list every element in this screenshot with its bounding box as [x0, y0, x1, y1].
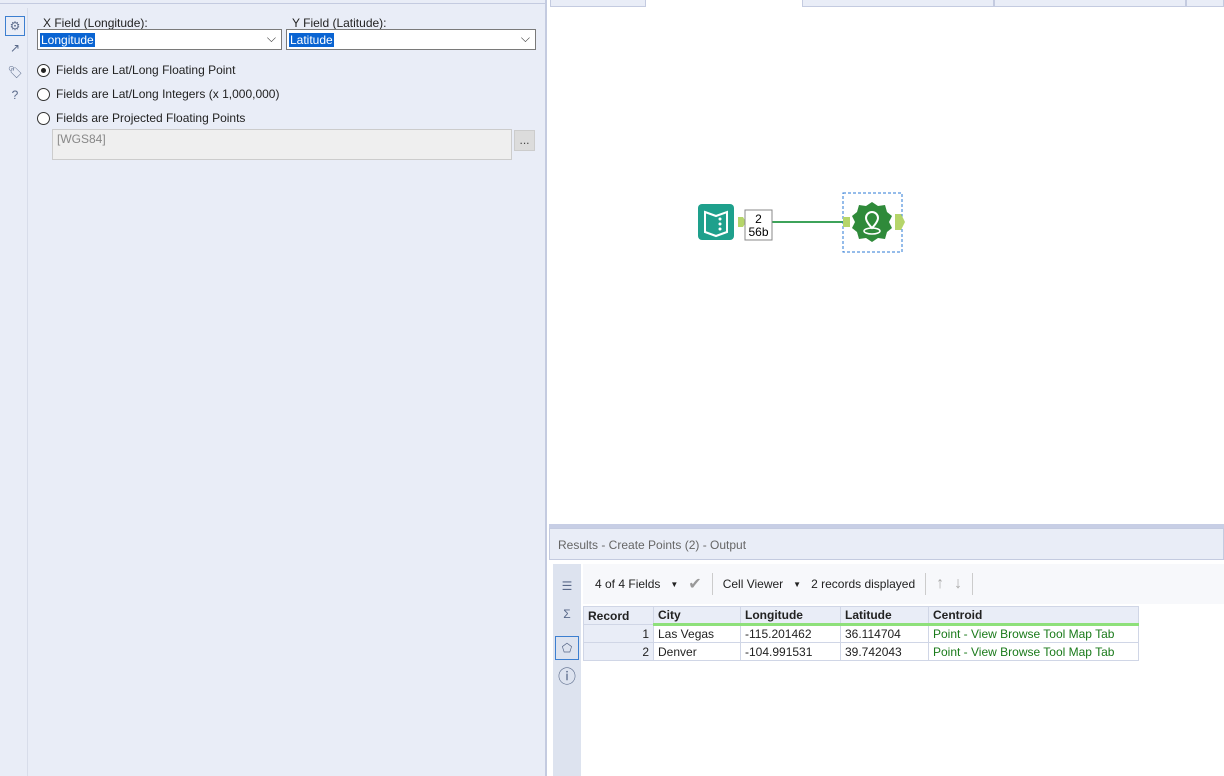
divider	[925, 573, 927, 595]
latitude-cell[interactable]: 39.742043	[840, 642, 929, 661]
tab[interactable]	[550, 0, 646, 7]
radio-projected[interactable]: Fields are Projected Floating Points	[37, 111, 245, 125]
divider	[711, 573, 713, 595]
arrow-down-icon[interactable]: ↓	[954, 575, 962, 593]
centroid-cell[interactable]: Point - View Browse Tool Map Tab	[928, 624, 1139, 643]
input-anchor[interactable]	[843, 217, 850, 227]
results-toolbar: 4 of 4 Fields ▼ ✔ Cell Viewer ▼ 2 record…	[583, 564, 1224, 604]
checkmark-icon[interactable]: ✔	[688, 574, 701, 594]
results-panel: Results - Create Points (2) - Output ☰ Σ…	[549, 528, 1224, 776]
records-count: 2 records displayed	[811, 577, 916, 591]
tab[interactable]	[802, 0, 994, 7]
radio-label: Fields are Projected Floating Points	[56, 111, 246, 125]
radio-icon	[37, 111, 50, 125]
list-icon[interactable]: ☰	[555, 574, 579, 598]
workflow-canvas[interactable]: 2 56b	[549, 0, 1224, 524]
cell-viewer-dropdown[interactable]: Cell Viewer	[723, 577, 783, 591]
radio-latlong-float[interactable]: Fields are Lat/Long Floating Point	[37, 63, 235, 77]
longitude-cell[interactable]: -104.991531	[740, 642, 841, 661]
results-table: Record City Longitude Latitude Centroid …	[583, 606, 1139, 661]
table-row[interactable]: 2 Denver -104.991531 39.742043 Point - V…	[583, 642, 1139, 661]
fields-dropdown[interactable]: 4 of 4 Fields	[595, 577, 660, 591]
caret-down-icon[interactable]: ▼	[793, 580, 801, 589]
chevron-down-icon: ⌵	[266, 31, 276, 45]
radio-label: Fields are Lat/Long Floating Point	[56, 63, 236, 77]
record-cell: 2	[583, 642, 654, 661]
y-field-value: Latitude	[289, 33, 334, 47]
radio-icon	[37, 63, 50, 77]
column-header[interactable]: Longitude	[740, 606, 841, 626]
tab[interactable]	[1186, 0, 1224, 7]
table-header: Record City Longitude Latitude Centroid	[583, 606, 1139, 626]
latitude-cell[interactable]: 36.114704	[840, 624, 929, 643]
caret-down-icon[interactable]: ▼	[670, 580, 678, 589]
data-size: 56b	[748, 225, 768, 239]
arrow-up-icon[interactable]: ↑	[936, 575, 944, 593]
column-header[interactable]: Record	[583, 606, 654, 625]
output-anchor[interactable]	[895, 214, 905, 230]
radio-label: Fields are Lat/Long Integers (x 1,000,00…	[56, 87, 280, 101]
city-cell[interactable]: Las Vegas	[653, 624, 741, 643]
workflow-diagram: 2 56b	[698, 192, 905, 253]
help-icon[interactable]: ?	[6, 86, 24, 104]
projection-browse-button[interactable]: ...	[514, 130, 535, 151]
y-field-label: Y Field (Latitude):	[292, 16, 387, 30]
sigma-icon[interactable]: Σ	[555, 602, 579, 626]
results-sidebar: ☰ Σ ⬠ ⓘ	[553, 564, 581, 776]
y-field-select[interactable]: Latitude ⌵	[286, 29, 536, 50]
record-cell: 1	[583, 624, 654, 643]
centroid-cell[interactable]: Point - View Browse Tool Map Tab	[928, 642, 1139, 661]
table-row[interactable]: 1 Las Vegas -115.201462 36.114704 Point …	[583, 624, 1139, 643]
radio-latlong-integers[interactable]: Fields are Lat/Long Integers (x 1,000,00…	[37, 87, 279, 101]
divider	[972, 573, 974, 595]
tag-shape-icon[interactable]: ⬠	[555, 636, 579, 660]
config-sidebar: ⚙ ↗ 🏷 ?	[0, 8, 28, 776]
city-cell[interactable]: Denver	[653, 642, 741, 661]
input-tool-icon[interactable]	[698, 204, 734, 240]
tag-icon[interactable]: 🏷	[6, 63, 24, 81]
create-points-tool-icon[interactable]	[852, 202, 892, 242]
x-field-label: X Field (Longitude):	[43, 16, 148, 30]
x-field-select[interactable]: Longitude ⌵	[37, 29, 282, 50]
longitude-cell[interactable]: -115.201462	[740, 624, 841, 643]
gear-icon[interactable]: ⚙	[5, 16, 25, 36]
projection-field[interactable]: [WGS84]	[52, 129, 512, 160]
results-title: Results - Create Points (2) - Output	[549, 528, 1224, 560]
connection-icon[interactable]: ↗	[6, 39, 24, 57]
configuration-panel: ⚙ ↗ 🏷 ? X Field (Longitude): Longitude ⌵ …	[0, 0, 547, 776]
x-field-value: Longitude	[40, 33, 95, 47]
tab[interactable]	[994, 0, 1186, 7]
column-header[interactable]: Centroid	[928, 606, 1139, 626]
chevron-down-icon: ⌵	[520, 31, 530, 45]
help-icon[interactable]: ⓘ	[555, 664, 579, 688]
record-count: 2	[755, 212, 762, 226]
column-header[interactable]: Latitude	[840, 606, 929, 626]
radio-icon	[37, 87, 50, 101]
column-header[interactable]: City	[653, 606, 741, 626]
